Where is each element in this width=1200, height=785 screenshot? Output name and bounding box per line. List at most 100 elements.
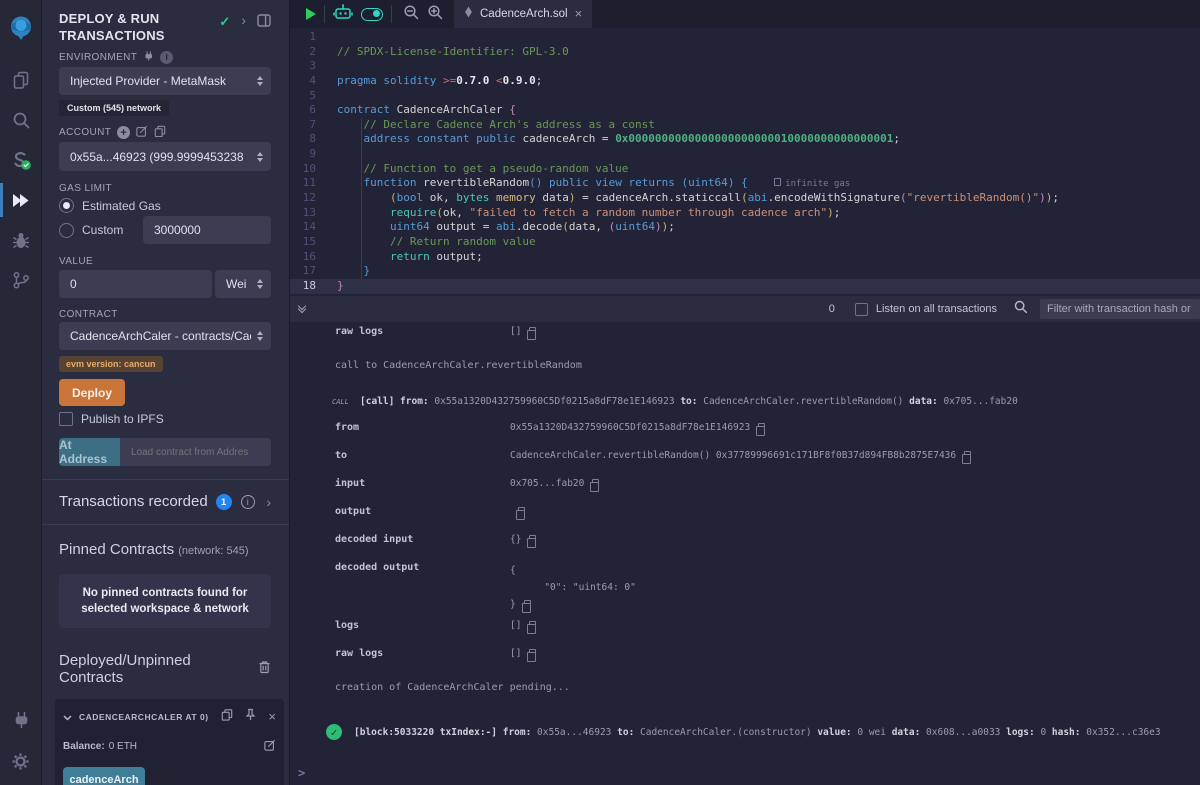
settings-gear-icon[interactable] bbox=[0, 741, 42, 781]
line-number: 10 bbox=[290, 162, 337, 177]
publish-ipfs-checkbox[interactable] bbox=[59, 412, 73, 426]
line-number: 8 bbox=[290, 132, 337, 147]
line-number: 13 bbox=[290, 206, 337, 221]
clear-deployed-trash-icon[interactable] bbox=[258, 660, 271, 679]
terminal-prompt[interactable]: > bbox=[290, 740, 1200, 780]
terminal-kv-row: from0x55a1320D432759960C5Df0215a8dF78e1E… bbox=[290, 418, 1200, 446]
code-line: 15 // Return random value bbox=[290, 235, 1200, 250]
custom-gas-input[interactable]: 3000000 bbox=[143, 216, 271, 244]
copy-icon[interactable] bbox=[964, 451, 971, 459]
environment-select[interactable]: Injected Provider - MetaMask bbox=[59, 67, 271, 95]
git-branch-icon[interactable] bbox=[0, 260, 42, 300]
log-key: raw logs bbox=[335, 326, 510, 337]
solidity-compiler-icon[interactable] bbox=[0, 140, 42, 180]
pinned-contracts-title: Pinned Contracts (network: 545) bbox=[59, 541, 271, 558]
deploy-run-panel: DEPLOY & RUN TRANSACTIONS ✓ › ENVIRONMEN… bbox=[42, 0, 290, 785]
copy-account-icon[interactable] bbox=[154, 125, 166, 140]
copy-icon[interactable] bbox=[592, 479, 599, 487]
custom-gas-label: Custom bbox=[82, 223, 123, 237]
pin-instance-icon[interactable] bbox=[245, 708, 256, 726]
copy-icon[interactable] bbox=[758, 423, 765, 431]
transactions-expand-icon[interactable]: › bbox=[266, 496, 271, 508]
transactions-info-icon[interactable]: i bbox=[241, 495, 255, 509]
edit-balance-icon[interactable] bbox=[264, 739, 276, 754]
copy-icon[interactable] bbox=[529, 649, 536, 657]
copy-icon[interactable] bbox=[529, 621, 536, 629]
contract-function-button[interactable]: cadenceArch bbox=[63, 767, 145, 785]
value-label: VALUE bbox=[59, 256, 93, 267]
terminal-search-icon[interactable] bbox=[1013, 299, 1028, 319]
at-address-button[interactable]: At Address bbox=[59, 438, 120, 466]
copy-instance-icon[interactable] bbox=[221, 708, 233, 726]
file-explorer-icon[interactable] bbox=[0, 60, 42, 100]
debugger-icon[interactable] bbox=[0, 220, 42, 260]
line-number: 2 bbox=[290, 45, 337, 60]
log-value: 0x705...fab20 bbox=[510, 478, 584, 489]
code-line: 9 bbox=[290, 147, 1200, 162]
log-value: 0x55a1320D432759960C5Df0215a8dF78e1E1469… bbox=[510, 422, 750, 433]
listen-all-checkbox[interactable] bbox=[855, 303, 868, 316]
icon-sidebar bbox=[0, 0, 42, 785]
zoom-out-icon[interactable] bbox=[402, 3, 420, 26]
value-input[interactable]: 0 bbox=[59, 270, 212, 298]
toolbar-separator bbox=[391, 5, 392, 23]
code-line: 12 (bool ok, bytes memory data) = cadenc… bbox=[290, 191, 1200, 206]
close-tab-icon[interactable]: × bbox=[575, 9, 583, 19]
close-instance-icon[interactable]: × bbox=[268, 712, 276, 722]
contract-instance-title: CADENCEARCHCALER AT 0) bbox=[79, 712, 221, 722]
indent-guide bbox=[361, 118, 362, 279]
copy-icon[interactable] bbox=[518, 507, 525, 515]
toolbar-separator bbox=[324, 5, 325, 23]
line-number: 9 bbox=[290, 147, 337, 162]
transaction-count: 0 bbox=[829, 303, 835, 315]
terminal-header: 0 Listen on all transactions bbox=[290, 296, 1200, 322]
terminal-kv-multi-row: decoded output{ "0": "uint64: 0"} bbox=[290, 558, 1200, 616]
call-badge: CALL bbox=[332, 396, 360, 406]
environment-info-icon[interactable]: i bbox=[160, 51, 173, 64]
contract-function-buttons: cadenceArchrevertibleRa... bbox=[63, 767, 276, 785]
environment-label: ENVIRONMENT bbox=[59, 52, 137, 63]
copy-icon[interactable] bbox=[529, 327, 536, 335]
copy-icon[interactable] bbox=[529, 535, 536, 543]
remix-logo-icon[interactable] bbox=[0, 4, 42, 52]
deployed-contract-card: CADENCEARCHCALER AT 0) × Balance: 0 ETH … bbox=[55, 699, 284, 785]
terminal-filter-input[interactable] bbox=[1040, 299, 1200, 319]
contract-select[interactable]: CadenceArchCaler - contracts/Cac bbox=[59, 322, 271, 350]
ai-copilot-robot-icon[interactable] bbox=[333, 3, 353, 25]
split-view-icon[interactable] bbox=[257, 14, 271, 32]
log-key: output bbox=[335, 506, 510, 517]
forward-chevron-icon[interactable]: › bbox=[241, 14, 246, 26]
deploy-and-run-icon[interactable] bbox=[0, 180, 42, 220]
collapse-terminal-icon[interactable] bbox=[298, 306, 308, 312]
select-arrows-icon bbox=[257, 279, 263, 289]
add-account-icon[interactable]: + bbox=[117, 126, 130, 139]
tab-cadencearch-sol[interactable]: CadenceArch.sol × bbox=[454, 0, 592, 28]
select-arrows-icon bbox=[257, 152, 263, 162]
zoom-in-icon[interactable] bbox=[426, 3, 444, 26]
custom-gas-radio[interactable] bbox=[59, 223, 74, 238]
remix-ide-window: DEPLOY & RUN TRANSACTIONS ✓ › ENVIRONMEN… bbox=[0, 0, 1200, 785]
plugin-manager-icon[interactable] bbox=[0, 699, 42, 739]
log-key: decoded input bbox=[335, 534, 510, 545]
terminal-text-row: call to CadenceArchCaler.revertibleRando… bbox=[290, 350, 1200, 388]
estimated-gas-radio[interactable] bbox=[59, 198, 74, 213]
transactions-recorded-row[interactable]: Transactions recorded 1 i › bbox=[59, 480, 271, 524]
code-editor[interactable]: 12// SPDX-License-Identifier: GPL-3.034p… bbox=[290, 28, 1200, 296]
gas-icon bbox=[774, 178, 781, 186]
deploy-button[interactable]: Deploy bbox=[59, 379, 125, 406]
run-script-play-icon[interactable] bbox=[306, 8, 316, 20]
account-select[interactable]: 0x55a...46923 (999.9999453238 bbox=[59, 142, 271, 171]
value-unit-select[interactable]: Wei bbox=[215, 270, 271, 298]
copilot-toggle[interactable] bbox=[361, 8, 383, 21]
at-address-input[interactable] bbox=[120, 438, 271, 466]
copy-icon[interactable] bbox=[524, 600, 531, 608]
code-line: 14 uint64 output = abi.decode(data, (uin… bbox=[290, 220, 1200, 235]
collapse-chevron-icon[interactable] bbox=[63, 708, 72, 726]
transactions-recorded-label: Transactions recorded bbox=[59, 493, 208, 510]
search-icon[interactable] bbox=[0, 100, 42, 140]
gas-limit-label: GAS LIMIT bbox=[59, 183, 112, 194]
edit-account-icon[interactable] bbox=[136, 125, 148, 140]
balance-value: 0 ETH bbox=[109, 741, 137, 752]
log-key: raw logs bbox=[335, 648, 510, 659]
terminal-output[interactable]: raw logs[]call to CadenceArchCaler.rever… bbox=[290, 322, 1200, 785]
